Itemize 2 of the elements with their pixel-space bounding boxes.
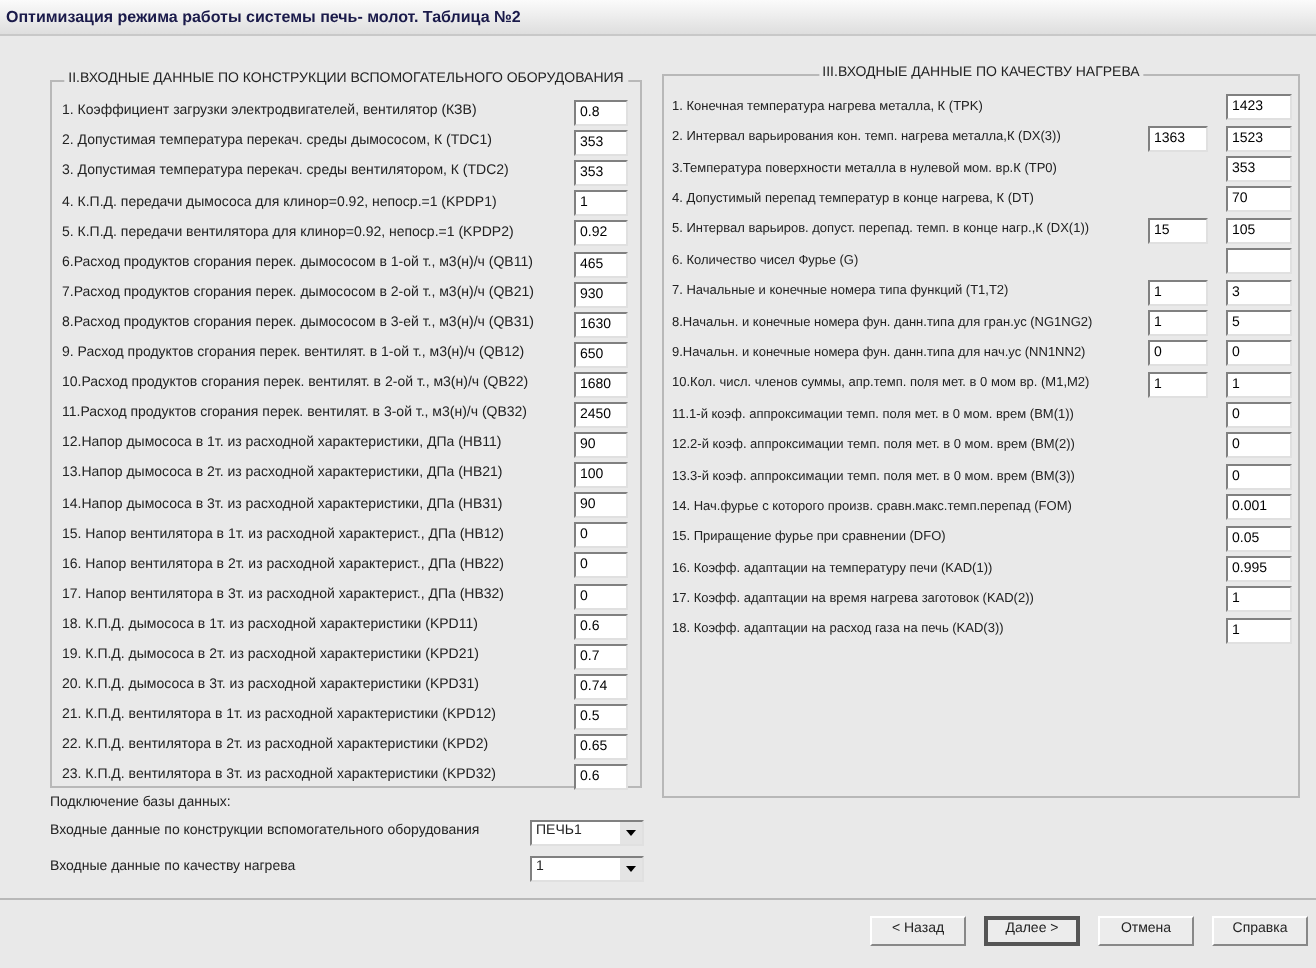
input-field[interactable] xyxy=(1226,248,1292,275)
window-title: Оптимизация режима работы системы печь- молот. Таблица №2 xyxy=(6,5,521,29)
